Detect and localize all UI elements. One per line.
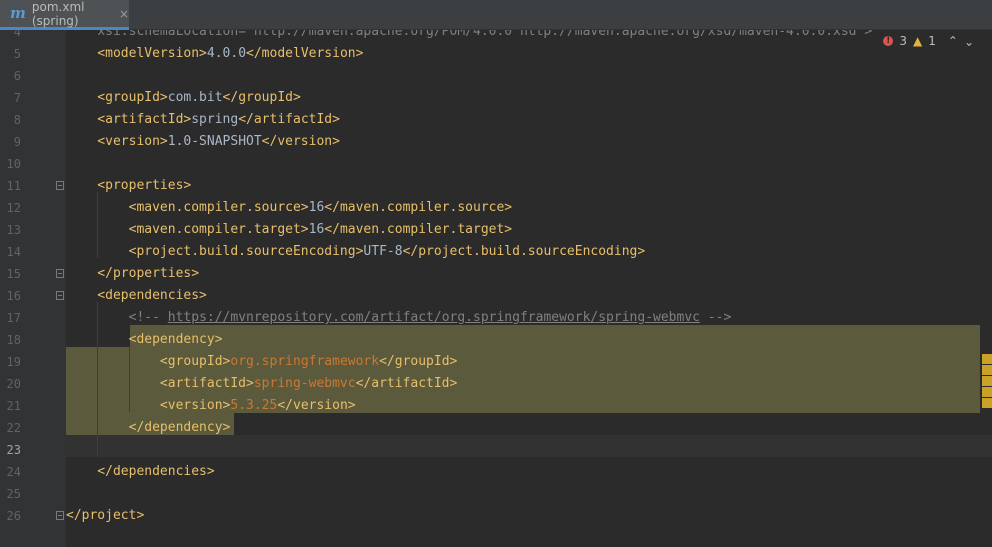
code-line[interactable]: 19 <groupId>org.springframework</groupId… [0, 351, 992, 373]
change-marker[interactable] [982, 387, 992, 397]
code-text: </dependency> [66, 420, 231, 435]
code-line[interactable]: 26 </project> [0, 505, 992, 527]
line-number: 26 [6, 509, 21, 523]
line-number: 13 [6, 223, 21, 237]
line-number: 18 [6, 333, 21, 347]
error-count: 3 [899, 34, 907, 48]
code-text: <groupId>com.bit</groupId> [66, 90, 301, 105]
line-number: 22 [6, 421, 21, 435]
change-marker[interactable] [982, 365, 992, 375]
code-line[interactable]: 6 [0, 65, 992, 87]
code-line[interactable]: 25 [0, 483, 992, 505]
code-line[interactable]: 14 <project.build.sourceEncoding>UTF-8</… [0, 241, 992, 263]
maven-icon: m [10, 4, 26, 22]
line-number: 23 [6, 443, 21, 457]
code-line[interactable]: 11 <properties> [0, 175, 992, 197]
line-number: 5 [13, 47, 21, 61]
line-number: 12 [6, 201, 21, 215]
warning-icon: ▲ [913, 34, 923, 48]
line-number: 9 [13, 135, 21, 149]
line-number: 25 [6, 487, 21, 501]
tab-title: pom.xml (spring) [31, 0, 85, 28]
code-line[interactable]: 13 <maven.compiler.target>16</maven.comp… [0, 219, 992, 241]
scrollbar-markers[interactable] [982, 354, 992, 409]
line-number: 4 [13, 30, 21, 39]
code-line[interactable]: 20 <artifactId>spring-webmvc</artifactId… [0, 373, 992, 395]
code-text: <maven.compiler.target>16</maven.compile… [66, 222, 513, 237]
code-text: <version>5.3.25</version> [66, 398, 356, 413]
code-line[interactable]: 4 xsi:schemaLocation="http://maven.apach… [0, 30, 992, 43]
warning-count: 1 [928, 34, 936, 48]
code-text: <project.build.sourceEncoding>UTF-8</pro… [66, 244, 646, 259]
code-text: <maven.compiler.source>16</maven.compile… [66, 200, 513, 215]
change-marker[interactable] [982, 376, 992, 386]
code-line[interactable]: 7 <groupId>com.bit</groupId> [0, 87, 992, 109]
code-line[interactable]: 8 <artifactId>spring</artifactId> [0, 109, 992, 131]
line-number: 6 [13, 69, 21, 83]
code-text: </dependencies> [66, 464, 215, 479]
code-editor[interactable]: 4 xsi:schemaLocation="http://maven.apach… [0, 30, 992, 547]
line-number: 10 [6, 157, 21, 171]
code-text: <artifactId>spring</artifactId> [66, 112, 340, 127]
code-line[interactable]: 12 <maven.compiler.source>16</maven.comp… [0, 197, 992, 219]
code-line[interactable]: 21 <version>5.3.25</version> [0, 395, 992, 417]
chevron-up-icon[interactable]: ⌃ [948, 34, 958, 48]
chevron-down-icon[interactable]: ⌃ [964, 34, 974, 48]
line-number: 19 [6, 355, 21, 369]
code-line[interactable]: 24 </dependencies> [0, 461, 992, 483]
code-text: xsi:schemaLocation="http://maven.apache.… [97, 30, 873, 39]
code-line[interactable]: 15 </properties> [0, 263, 992, 285]
fold-icon[interactable] [56, 291, 64, 300]
change-marker[interactable] [982, 354, 992, 364]
fold-icon[interactable] [56, 511, 64, 520]
code-text: <dependency> [66, 332, 223, 347]
editor-tab-bar: m pom.xml (spring) × [0, 0, 992, 30]
line-number: 17 [6, 311, 21, 325]
error-icon: ! [883, 36, 894, 46]
code-line[interactable]: 18 <dependency> [0, 329, 992, 351]
line-number: 16 [6, 289, 21, 303]
fold-icon[interactable] [56, 269, 64, 278]
inspection-widget[interactable]: ! 3 ▲ 1 ⌃ ⌃ [883, 34, 974, 48]
line-number: 8 [13, 113, 21, 127]
code-text: <properties> [66, 178, 192, 193]
line-number: 15 [6, 267, 21, 281]
close-icon[interactable]: × [119, 7, 129, 21]
code-text: <!-- https://mvnrepository.com/artifact/… [128, 310, 732, 325]
code-line[interactable]: 9 <version>1.0-SNAPSHOT</version> [0, 131, 992, 153]
code-line[interactable]: 10 [0, 153, 992, 175]
code-text: <dependencies> [66, 288, 207, 303]
code-line[interactable]: 5 <modelVersion>4.0.0</modelVersion> [0, 43, 992, 65]
line-number: 11 [6, 179, 21, 193]
line-number: 14 [6, 245, 21, 259]
code-text: <groupId>org.springframework</groupId> [66, 354, 458, 369]
code-text: <modelVersion>4.0.0</modelVersion> [66, 46, 364, 61]
fold-icon[interactable] [56, 181, 64, 190]
line-number: 21 [6, 399, 21, 413]
code-text: <version>1.0-SNAPSHOT</version> [66, 134, 340, 149]
code-text: <artifactId>spring-webmvc</artifactId> [66, 376, 458, 391]
tab-pom-xml[interactable]: m pom.xml (spring) × [0, 0, 129, 30]
code-line[interactable]: 23 [0, 439, 992, 461]
code-line[interactable]: 22 </dependency> [0, 417, 992, 439]
code-line[interactable]: 16 <dependencies> [0, 285, 992, 307]
code-line[interactable]: 17 <!-- https://mvnrepository.com/artifa… [0, 307, 992, 329]
change-marker[interactable] [982, 398, 992, 408]
line-number: 20 [6, 377, 21, 391]
code-text: </project> [66, 508, 145, 523]
line-number: 7 [13, 91, 21, 105]
line-number: 24 [6, 465, 21, 479]
code-text: </properties> [66, 266, 200, 281]
